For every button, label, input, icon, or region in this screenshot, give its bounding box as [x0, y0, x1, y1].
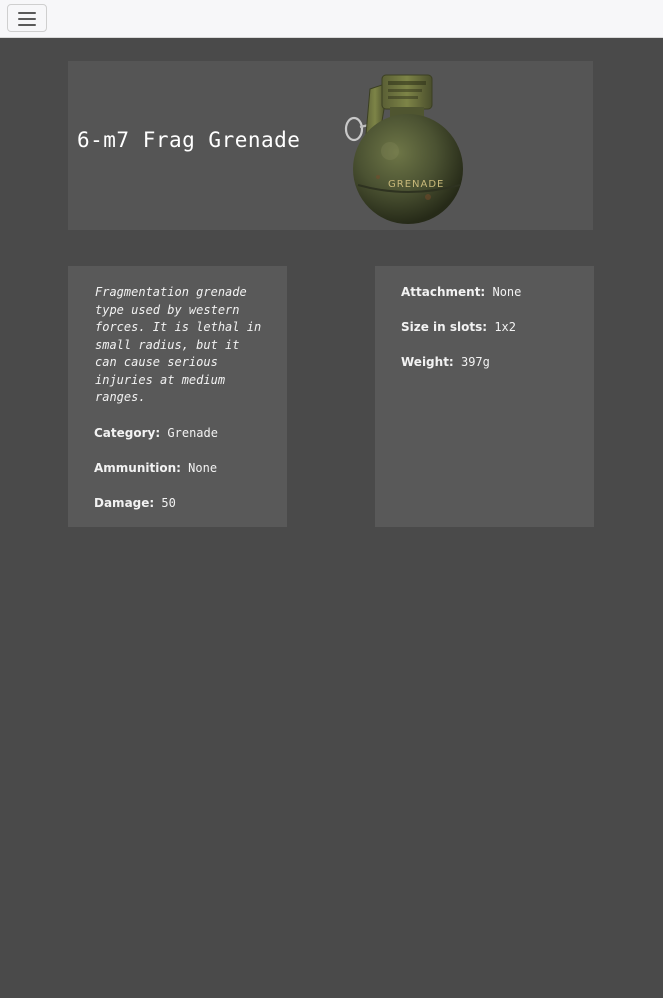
spec-label: Damage:: [94, 495, 155, 510]
spec-attachment: Attachment: None: [401, 284, 574, 301]
spec-label: Category:: [94, 425, 161, 440]
spec-value: 50: [161, 495, 176, 510]
spec-label: Weight:: [401, 355, 454, 369]
spec-category: Category: Grenade: [94, 425, 265, 442]
spec-value: 397g: [460, 355, 490, 369]
grenade-image: GRENADE: [344, 74, 463, 224]
item-description: Fragmentation grenade type used by weste…: [95, 285, 262, 404]
spec-label: Size in slots:: [401, 320, 488, 334]
item-stats-card: Attachment: None Size in slots: 1x2 Weig…: [375, 266, 594, 527]
grenade-label: GRENADE: [388, 179, 444, 190]
hamburger-menu-button[interactable]: [7, 4, 47, 32]
spec-size: Size in slots: 1x2: [401, 319, 574, 336]
navbar: [0, 0, 663, 38]
spec-value: 1x2: [494, 320, 516, 334]
spec-label: Ammunition:: [94, 460, 181, 475]
item-title: 6-m7 Frag Grenade: [77, 128, 301, 152]
spec-damage: Damage: 50: [94, 495, 265, 512]
spec-label: Attachment:: [401, 285, 486, 299]
spec-ammunition: Ammunition: None: [94, 460, 265, 477]
spec-weight: Weight: 397g: [401, 354, 574, 371]
spec-value: None: [188, 460, 218, 475]
spec-value: Grenade: [167, 425, 218, 440]
item-header: 6-m7 Frag Grenade GRENADE: [68, 61, 593, 230]
spec-value: None: [492, 285, 522, 299]
menu-icon: [18, 12, 36, 14]
item-details-card: Fragmentation grenade type used by weste…: [68, 266, 287, 527]
